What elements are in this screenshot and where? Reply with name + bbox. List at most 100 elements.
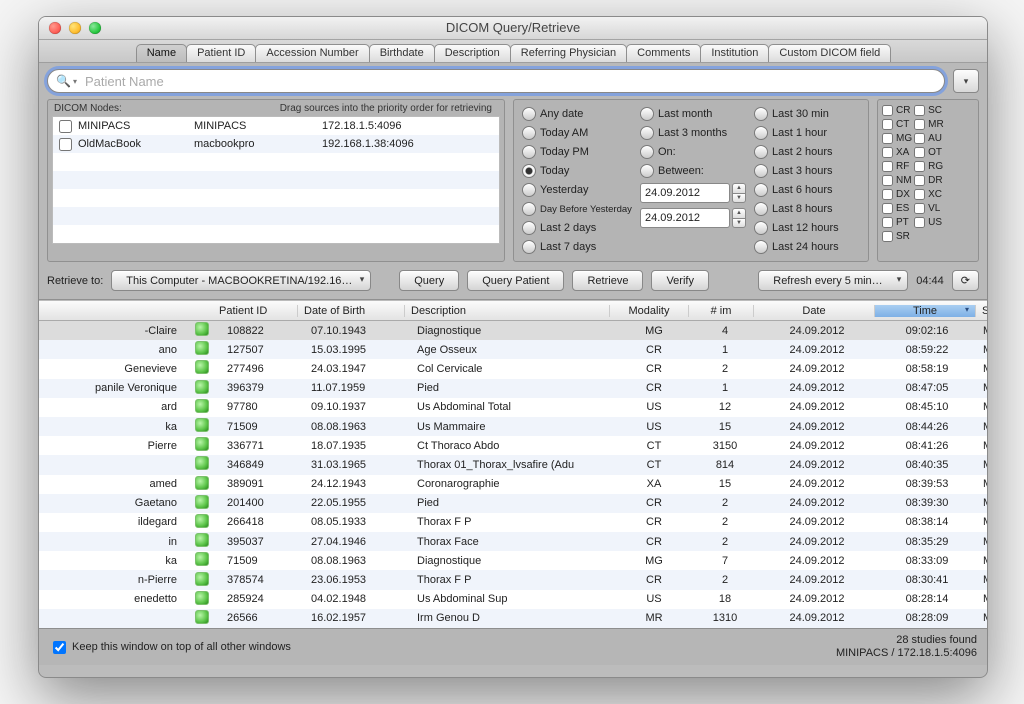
modality-checkbox[interactable]: XC — [914, 188, 944, 201]
modality-checkbox[interactable]: VL — [914, 202, 944, 215]
date-radio[interactable]: Last 3 months — [640, 125, 752, 141]
date-radio[interactable]: Last month — [640, 106, 752, 122]
modality-checkbox[interactable]: ES — [882, 202, 912, 215]
modality-checkbox[interactable]: RF — [882, 160, 912, 173]
zoom-icon[interactable] — [89, 22, 101, 34]
date-radio[interactable]: Between: — [640, 163, 752, 179]
date-radio[interactable]: Last 2 days — [522, 220, 640, 236]
tab-referring-physician[interactable]: Referring Physician — [510, 44, 627, 62]
table-row[interactable]: n-Pierre37857423.06.1953Thorax F PCR224.… — [39, 570, 987, 589]
modality-checkbox[interactable]: DX — [882, 188, 912, 201]
date-radio[interactable]: On: — [640, 144, 752, 160]
search-options-button[interactable]: ▾ — [953, 69, 979, 93]
date-radio[interactable]: Yesterday — [522, 182, 640, 198]
table-row[interactable]: ano12750715.03.1995Age OsseuxCR124.09.20… — [39, 340, 987, 359]
tab-comments[interactable]: Comments — [626, 44, 701, 62]
table-row[interactable]: ildegard26641808.05.1933Thorax F PCR224.… — [39, 513, 987, 532]
titlebar[interactable]: DICOM Query/Retrieve — [39, 17, 987, 40]
search-input[interactable] — [83, 73, 936, 90]
col-patient-id[interactable]: Patient ID — [213, 305, 298, 317]
chevron-down-icon[interactable]: ▾ — [73, 77, 77, 86]
col-time[interactable]: Time — [875, 305, 976, 317]
modality-checkbox[interactable]: CR — [882, 104, 912, 117]
table-row[interactable]: 2656616.02.1957Irm Genou DMR131024.09.20… — [39, 609, 987, 628]
node-row[interactable]: OldMacBookmacbookpro192.168.1.38:4096 — [53, 135, 499, 153]
node-checkbox[interactable] — [59, 138, 72, 151]
col-num-images[interactable]: # im — [689, 305, 754, 317]
tab-institution[interactable]: Institution — [700, 44, 769, 62]
minimize-icon[interactable] — [69, 22, 81, 34]
date-from-input[interactable]: 24.09.2012 — [640, 183, 730, 203]
table-row[interactable]: Pierre33677118.07.1935Ct Thoraco AbdoCT3… — [39, 436, 987, 455]
table-row[interactable]: Genevieve27749624.03.1947Col CervicaleCR… — [39, 359, 987, 378]
modality-checkbox[interactable]: CT — [882, 118, 912, 131]
date-to-input[interactable]: 24.09.2012 — [640, 208, 730, 228]
node-row[interactable]: MINIPACSMINIPACS172.18.1.5:4096 — [53, 117, 499, 135]
table-row[interactable]: -Claire10882207.10.1943DiagnostiqueMG424… — [39, 321, 987, 340]
modality-checkbox[interactable]: RG — [914, 160, 944, 173]
table-row[interactable]: ard9778009.10.1937Us Abdominal TotalUS12… — [39, 398, 987, 417]
radio-icon — [754, 240, 768, 254]
table-row[interactable]: Gaetano20140022.05.1955PiedCR224.09.2012… — [39, 494, 987, 513]
verify-button[interactable]: Verify — [651, 270, 709, 291]
radio-icon — [754, 183, 768, 197]
modality-checkbox[interactable]: MR — [914, 118, 944, 131]
radio-icon — [522, 183, 536, 197]
retrieve-button[interactable]: Retrieve — [572, 270, 643, 291]
date-radio[interactable]: Last 8 hours — [754, 201, 860, 217]
date-radio[interactable]: Today AM — [522, 125, 640, 141]
modality-checkbox[interactable]: NM — [882, 174, 912, 187]
date-radio[interactable]: Day Before Yesterday — [522, 201, 640, 217]
modality-checkbox[interactable]: US — [914, 216, 944, 229]
date-radio[interactable]: Any date — [522, 106, 640, 122]
date-radio[interactable]: Last 3 hours — [754, 163, 860, 179]
table-row[interactable]: 34684931.03.1965Thorax 01_Thorax_lvsafir… — [39, 455, 987, 474]
col-description[interactable]: Description — [405, 305, 610, 317]
refresh-interval-select[interactable]: Refresh every 5 min… — [758, 270, 908, 291]
date-radio[interactable]: Last 6 hours — [754, 182, 860, 198]
col-modality[interactable]: Modality — [610, 305, 689, 317]
retrieve-to-select[interactable]: This Computer - MACBOOKRETINA/192.16… — [111, 270, 371, 291]
date-radio[interactable]: Last 12 hours — [754, 220, 860, 236]
date-radio[interactable]: Last 24 hours — [754, 239, 860, 255]
modality-checkbox[interactable]: OT — [914, 146, 944, 159]
modality-checkbox[interactable]: AU — [914, 132, 944, 145]
tab-accession-number[interactable]: Accession Number — [255, 44, 369, 62]
tab-name[interactable]: Name — [136, 44, 187, 62]
date-radio[interactable]: Today — [522, 163, 640, 179]
keep-on-top-checkbox[interactable] — [53, 641, 66, 654]
table-row[interactable]: ka7150908.08.1963Us MammaireUS1524.09.20… — [39, 417, 987, 436]
query-button[interactable]: Query — [399, 270, 459, 291]
modality-checkbox[interactable]: DR — [914, 174, 944, 187]
col-source[interactable]: Source — [976, 305, 988, 317]
query-patient-button[interactable]: Query Patient — [467, 270, 564, 291]
modality-checkbox[interactable]: SC — [914, 104, 944, 117]
table-row[interactable]: in39503727.04.1946Thorax FaceCR224.09.20… — [39, 532, 987, 551]
tab-birthdate[interactable]: Birthdate — [369, 44, 435, 62]
search-field[interactable]: 🔍 ▾ — [47, 69, 945, 93]
table-row[interactable]: panile Veronique39637911.07.1959PiedCR12… — [39, 379, 987, 398]
node-checkbox[interactable] — [59, 120, 72, 133]
date-radio[interactable]: Today PM — [522, 144, 640, 160]
date-radio[interactable]: Last 1 hour — [754, 125, 860, 141]
date-to-stepper[interactable]: ▲▼ — [732, 208, 746, 228]
modality-checkbox[interactable]: SR — [882, 230, 912, 243]
modality-checkbox[interactable]: PT — [882, 216, 912, 229]
date-from-stepper[interactable]: ▲▼ — [732, 183, 746, 203]
modality-checkbox[interactable]: XA — [882, 146, 912, 159]
date-radio[interactable]: Last 2 hours — [754, 144, 860, 160]
modality-checkbox[interactable]: MG — [882, 132, 912, 145]
col-date[interactable]: Date — [754, 305, 875, 317]
date-radio[interactable]: Last 30 min — [754, 106, 860, 122]
col-date-of-birth[interactable]: Date of Birth — [298, 305, 405, 317]
refresh-now-button[interactable]: ⟳ — [952, 270, 979, 291]
nodes-list[interactable]: MINIPACSMINIPACS172.18.1.5:4096OldMacBoo… — [52, 116, 500, 244]
tab-description[interactable]: Description — [434, 44, 511, 62]
tab-custom-dicom-field[interactable]: Custom DICOM field — [768, 44, 891, 62]
close-icon[interactable] — [49, 22, 61, 34]
table-row[interactable]: ka7150908.08.1963DiagnostiqueMG724.09.20… — [39, 551, 987, 570]
tab-patient-id[interactable]: Patient ID — [186, 44, 256, 62]
table-row[interactable]: enedetto28592404.02.1948Us Abdominal Sup… — [39, 590, 987, 609]
date-radio[interactable]: Last 7 days — [522, 239, 640, 255]
table-row[interactable]: amed38909124.12.1943CoronarographieXA152… — [39, 475, 987, 494]
